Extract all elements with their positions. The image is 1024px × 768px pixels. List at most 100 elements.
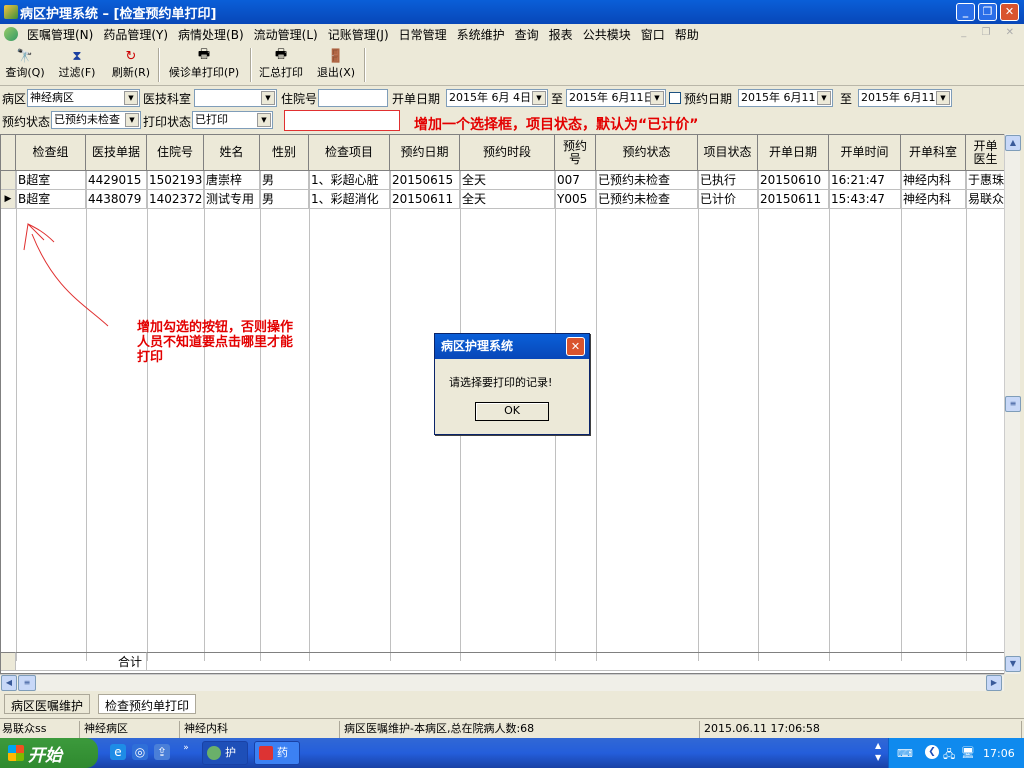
ie-icon[interactable]: e: [110, 744, 126, 760]
taskbar-button-pharmacy[interactable]: 药: [254, 741, 300, 765]
menu-system[interactable]: 系统维护: [452, 26, 510, 43]
network-icon[interactable]: ⇪: [154, 744, 170, 760]
col-header[interactable]: 预约号: [555, 135, 596, 171]
col-header[interactable]: 住院号: [147, 135, 204, 171]
chevron-down-icon[interactable]: ▼: [936, 91, 950, 105]
chevron-down-icon[interactable]: ▼: [257, 113, 271, 127]
dialog-close-icon[interactable]: ✕: [566, 337, 585, 356]
col-header[interactable]: 项目状态: [698, 135, 758, 171]
col-header[interactable]: 医技单据: [86, 135, 147, 171]
scroll-thumb[interactable]: ≡: [18, 675, 36, 691]
exit-label: 退出(X): [316, 66, 356, 79]
dialog-ok-button[interactable]: OK: [475, 402, 549, 421]
display-icon[interactable]: 🖥: [961, 746, 975, 759]
print-summary-button[interactable]: 🖶 汇总打印: [256, 47, 306, 84]
keyboard-icon[interactable]: ⌨: [897, 747, 913, 760]
col-header[interactable]: 检查项目: [309, 135, 390, 171]
scroll-right-icon[interactable]: ▶: [986, 675, 1002, 691]
menu-daily[interactable]: 日常管理: [394, 26, 452, 43]
scroll-down-icon[interactable]: ▼: [1005, 656, 1021, 672]
open-date-to[interactable]: 2015年 6月11日 ▼: [566, 89, 666, 107]
vertical-scrollbar[interactable]: ▲ ≡ ▼: [1004, 134, 1021, 674]
minimize-button[interactable]: _: [956, 3, 975, 21]
tab-ward-orders[interactable]: 病区医嘱维护: [4, 694, 91, 714]
open-date-from[interactable]: 2015年 6月 4日 ▼: [446, 89, 548, 107]
exit-button[interactable]: 🚪 退出(X): [313, 48, 359, 84]
menu-window[interactable]: 窗口: [636, 26, 670, 43]
col-header[interactable]: 预约时段: [460, 135, 555, 171]
menu-condition[interactable]: 病情处理(B): [173, 26, 249, 43]
start-button[interactable]: 开始: [0, 738, 98, 768]
print-status-select[interactable]: 已打印 ▼: [192, 111, 273, 129]
col-header[interactable]: 姓名: [204, 135, 260, 171]
refresh-button[interactable]: ↻ 刷新(R): [109, 48, 153, 84]
cell: 1402372: [147, 190, 204, 209]
open-date-from-value: 2015年 6月 4日: [449, 91, 531, 104]
tech-dept-select[interactable]: ▼: [194, 89, 277, 107]
tab-exam-print[interactable]: 检查预约单打印: [98, 694, 197, 714]
start-label: 开始: [28, 745, 62, 766]
scroll-thumb[interactable]: ≡: [1005, 396, 1021, 412]
task2-label: 药: [277, 746, 288, 759]
toolbar: 🔭 查询(Q) ⧗ 过滤(F) ↻ 刷新(R) 🖶 候诊单打印(P) 🖶 汇总打…: [0, 44, 1024, 86]
filter-button[interactable]: ⧗ 过滤(F): [56, 48, 98, 84]
menu-orders[interactable]: 医嘱管理(N): [22, 26, 98, 43]
menu-report[interactable]: 报表: [544, 26, 578, 43]
appt-date-to[interactable]: 2015年 6月11日 ▼: [858, 89, 952, 107]
col-header[interactable]: 性别: [260, 135, 309, 171]
refresh-icon: ↻: [125, 48, 137, 64]
exit-door-icon: 🚪: [327, 48, 345, 64]
appt-date-from[interactable]: 2015年 6月11日 ▼: [738, 89, 833, 107]
cell: 16:21:47: [829, 171, 901, 190]
mdi-controls[interactable]: _ ❐ ✕: [961, 27, 1020, 38]
col-header[interactable]: 开单科室: [901, 135, 966, 171]
col-header[interactable]: 开单时间: [829, 135, 901, 171]
appt-date-to-value: 2015年 6月11日: [861, 91, 947, 104]
menu-public[interactable]: 公共模块: [578, 26, 636, 43]
clock[interactable]: 17:06: [983, 747, 1015, 760]
appt-date-checkbox[interactable]: [669, 92, 681, 104]
chevron-down-icon[interactable]: ▼: [650, 91, 664, 105]
scroll-left-icon[interactable]: ◀: [1, 675, 17, 691]
print-status-value: 已打印: [195, 113, 228, 126]
inpatient-input[interactable]: [318, 89, 388, 107]
ward-select[interactable]: 神经病区 ▼: [27, 89, 140, 107]
grid-line: [901, 171, 902, 661]
col-header[interactable]: 开单日期: [758, 135, 829, 171]
current-row-arrow-icon[interactable]: ▶: [1, 190, 16, 209]
network-status-icon[interactable]: 🖧: [943, 746, 955, 765]
cell: 全天: [460, 171, 555, 190]
col-header[interactable]: 预约日期: [390, 135, 460, 171]
print-followup-button[interactable]: 🖶 候诊单打印(P): [164, 47, 244, 84]
menu-drugs[interactable]: 药品管理(Y): [98, 26, 173, 43]
scroll-up-icon[interactable]: ▲: [1005, 135, 1021, 151]
query-button[interactable]: 🔭 查询(Q): [4, 48, 46, 84]
chevron-down-icon[interactable]: ▼: [817, 91, 831, 105]
restore-button[interactable]: ❐: [978, 3, 997, 21]
chevron-down-icon[interactable]: ▼: [532, 91, 546, 105]
cell: 20150611: [390, 190, 460, 209]
row-indicator[interactable]: [1, 171, 16, 190]
appt-status-select[interactable]: 已预约未检查 ▼: [51, 111, 141, 129]
chevron-down-icon[interactable]: ▼: [125, 113, 139, 127]
window-titlebar: 病区护理系统 – [检查预约单打印] _ ❐ ✕: [0, 0, 1024, 24]
cell: 全天: [460, 190, 555, 209]
col-header[interactable]: 开单医生: [966, 135, 1006, 171]
menu-help[interactable]: 帮助: [670, 26, 704, 43]
tray-scroll-icon[interactable]: ▲ ▼: [875, 740, 881, 764]
chevron-down-icon[interactable]: ▼: [124, 91, 138, 105]
menu-query[interactable]: 查询: [510, 26, 544, 43]
browser-icon[interactable]: ◎: [132, 744, 148, 760]
annotation-placeholder-box: [284, 110, 400, 131]
col-header[interactable]: 检查组: [16, 135, 86, 171]
menu-billing[interactable]: 记账管理(J): [323, 26, 394, 43]
horizontal-scrollbar[interactable]: ◀ ≡ ▶: [0, 674, 1004, 691]
taskbar-button-ward[interactable]: 护: [202, 741, 248, 765]
tray-collapse-icon[interactable]: ❮: [925, 745, 939, 759]
col-header[interactable]: 预约状态: [596, 135, 698, 171]
chevron-down-icon[interactable]: ▼: [261, 91, 275, 105]
to-label-2: 至: [840, 92, 853, 106]
menu-flow[interactable]: 流动管理(L): [249, 26, 323, 43]
more-chevron-icon[interactable]: »: [178, 740, 194, 756]
close-button[interactable]: ✕: [1000, 3, 1019, 21]
